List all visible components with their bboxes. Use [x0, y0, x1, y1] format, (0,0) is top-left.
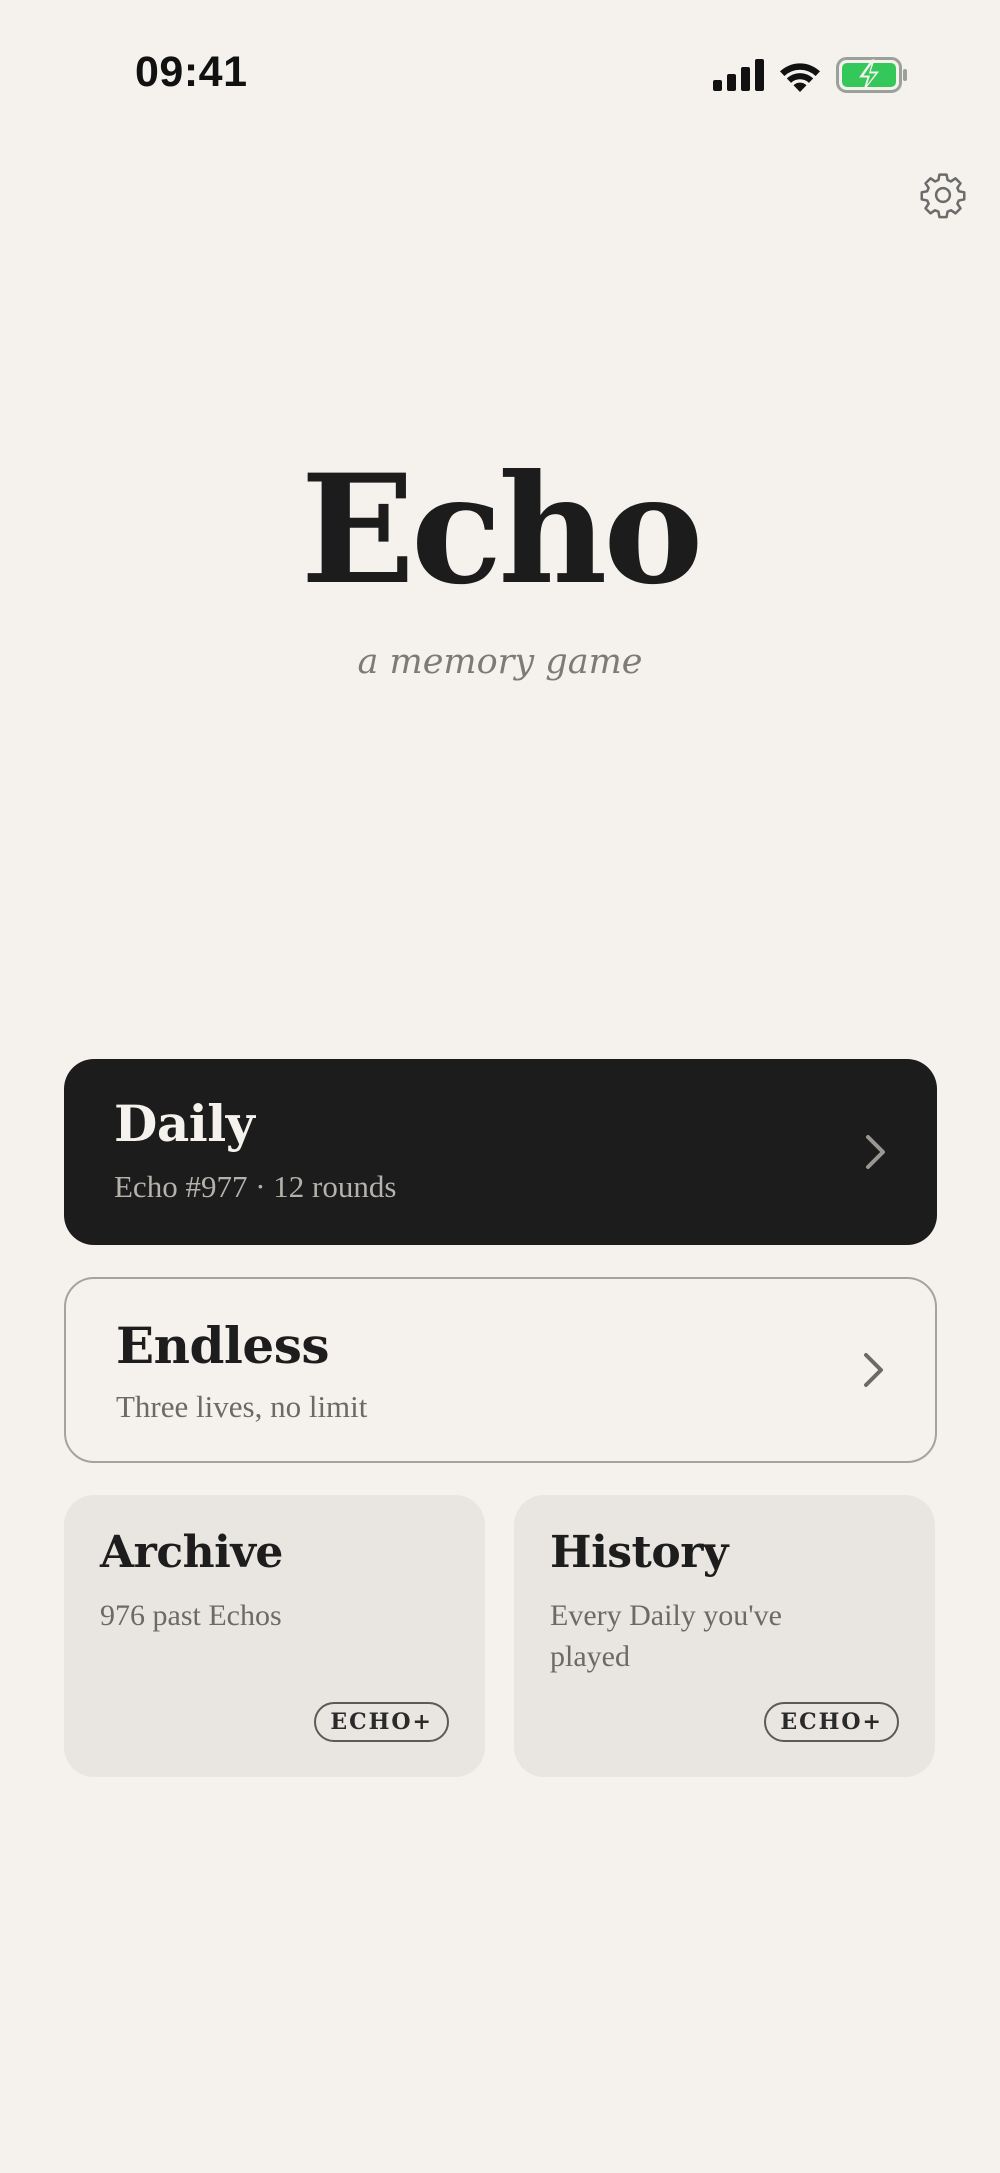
battery-charging-icon: [836, 57, 907, 93]
app-subtitle: a memory game: [357, 642, 643, 682]
echo-plus-badge: ECHO+: [314, 1702, 449, 1742]
chevron-right-icon: [864, 1353, 883, 1387]
status-icons: [713, 55, 908, 95]
endless-title: Endless: [116, 1316, 330, 1375]
history-subtitle: Every Daily you've played: [550, 1599, 783, 1673]
chevron-right-icon: [866, 1135, 885, 1169]
cellular-signal-icon: [713, 59, 764, 91]
gear-icon: [920, 173, 966, 219]
daily-subtitle: Echo #977 · 12 rounds: [114, 1169, 397, 1204]
history-title: History: [550, 1527, 728, 1578]
daily-title: Daily: [114, 1094, 255, 1153]
archive-title: Archive: [100, 1527, 283, 1578]
archive-subtitle: 976 past Echos: [100, 1599, 282, 1632]
app-title: Echo: [300, 442, 704, 618]
endless-mode-button[interactable]: Endless Three lives, no limit: [64, 1277, 937, 1463]
history-tile[interactable]: History Every Daily you've played ECHO+: [514, 1495, 935, 1777]
settings-button[interactable]: [916, 168, 970, 222]
status-time: 09:41: [135, 48, 248, 96]
endless-subtitle: Three lives, no limit: [116, 1389, 368, 1424]
wifi-icon: [780, 62, 820, 92]
echo-plus-badge: ECHO+: [764, 1702, 899, 1742]
archive-tile[interactable]: Archive 976 past Echos ECHO+: [64, 1495, 485, 1777]
daily-mode-button[interactable]: Daily Echo #977 · 12 rounds: [64, 1059, 937, 1245]
